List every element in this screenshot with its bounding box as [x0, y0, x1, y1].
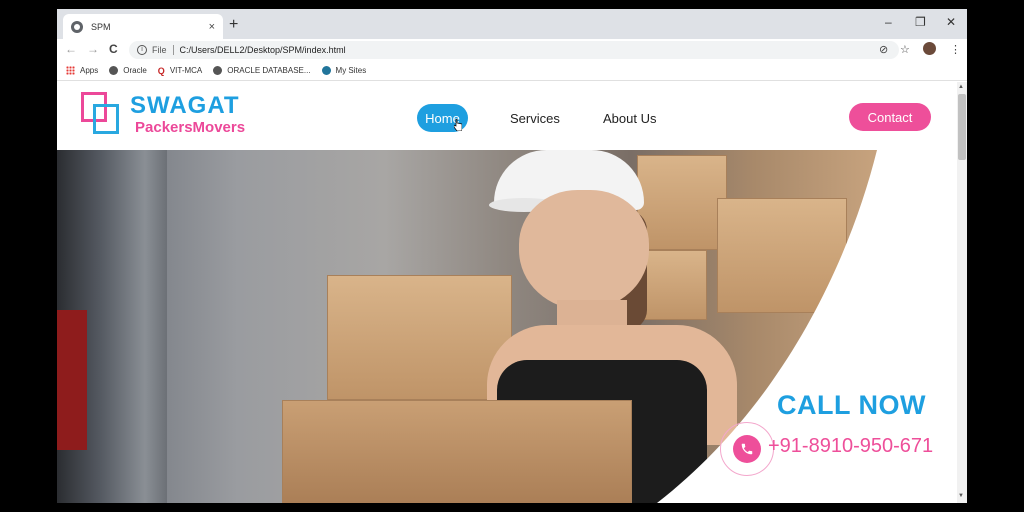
url-text[interactable]: C:/Users/DELL2/Desktop/SPM/index.html — [180, 45, 346, 55]
nav-services[interactable]: Services — [510, 104, 560, 132]
bookmark-oracle-database[interactable]: ORACLE DATABASE... — [213, 66, 311, 75]
bookmark-label: My Sites — [335, 66, 367, 75]
contact-button[interactable]: Contact — [849, 103, 931, 131]
web-page: SWAGAT PackersMovers Home Services About… — [57, 82, 957, 503]
url-scheme: File — [152, 45, 167, 55]
hand-cursor-icon — [454, 119, 462, 131]
scroll-down-icon[interactable]: ▼ — [958, 493, 964, 499]
hero-banner: CALL NOW +91-8910-950-671 — [57, 150, 957, 503]
star-icon[interactable]: ☆ — [900, 43, 910, 56]
eye-off-icon[interactable]: ⊘ — [879, 43, 888, 56]
new-tab-button[interactable]: + — [229, 16, 238, 34]
close-window-button[interactable]: ✕ — [946, 15, 956, 29]
apps-grid-icon — [66, 66, 75, 75]
address-bar[interactable]: i File C:/Users/DELL2/Desktop/SPM/index.… — [129, 41, 899, 59]
info-icon[interactable]: i — [137, 45, 147, 55]
bookmark-my-sites[interactable]: My Sites — [321, 66, 367, 75]
tab-close-icon[interactable]: × — [209, 21, 215, 33]
phone-number[interactable]: +91-8910-950-671 — [768, 435, 933, 458]
brand-tagline: PackersMovers — [135, 119, 246, 136]
wordpress-icon — [321, 66, 331, 75]
globe-icon — [71, 20, 83, 33]
forward-button[interactable]: → — [87, 42, 99, 56]
bookmark-apps[interactable]: Apps — [66, 66, 98, 75]
page-scrollbar[interactable]: ▲ ▼ — [957, 82, 967, 503]
bookmark-vit-mca[interactable]: Q VIT-MCA — [157, 66, 203, 76]
reload-button[interactable]: C — [109, 42, 118, 56]
back-button[interactable]: ← — [65, 42, 77, 56]
site-header: SWAGAT PackersMovers Home Services About… — [57, 82, 957, 150]
bookmark-oracle[interactable]: Oracle — [109, 66, 147, 75]
bookmark-label: Apps — [80, 66, 99, 75]
bookmark-label: ORACLE DATABASE... — [227, 66, 311, 75]
url-separator — [172, 45, 174, 55]
scroll-thumb[interactable] — [958, 94, 966, 160]
q-icon: Q — [157, 66, 165, 76]
browser-window: SPM × + – ❐ ✕ ← → C i File C:/Users/DELL… — [57, 9, 967, 503]
bookmarks-bar: Apps Oracle Q VIT-MCA ORACLE DATABASE...… — [57, 61, 967, 81]
menu-icon[interactable]: ⋮ — [950, 43, 961, 56]
bookmark-label: VIT-MCA — [169, 66, 203, 75]
nav-about-us[interactable]: About Us — [603, 104, 656, 132]
browser-toolbar: ← → C i File C:/Users/DELL2/Desktop/SPM/… — [57, 39, 967, 61]
brand-name[interactable]: SWAGAT — [130, 92, 240, 120]
bookmark-label: Oracle — [123, 66, 147, 75]
maximize-button[interactable]: ❐ — [915, 15, 926, 29]
profile-avatar[interactable] — [923, 42, 936, 55]
minimize-button[interactable]: – — [885, 15, 892, 29]
scroll-up-icon[interactable]: ▲ — [958, 84, 964, 90]
globe-icon — [109, 66, 119, 75]
tab-spm[interactable]: SPM × — [63, 14, 223, 39]
logo-icon[interactable] — [81, 92, 121, 134]
tab-title: SPM — [91, 21, 111, 32]
globe-icon — [213, 66, 223, 75]
phone-icon[interactable] — [733, 435, 761, 463]
tab-strip: SPM × + – ❐ ✕ — [57, 9, 967, 39]
call-now-heading: CALL NOW — [777, 390, 926, 420]
